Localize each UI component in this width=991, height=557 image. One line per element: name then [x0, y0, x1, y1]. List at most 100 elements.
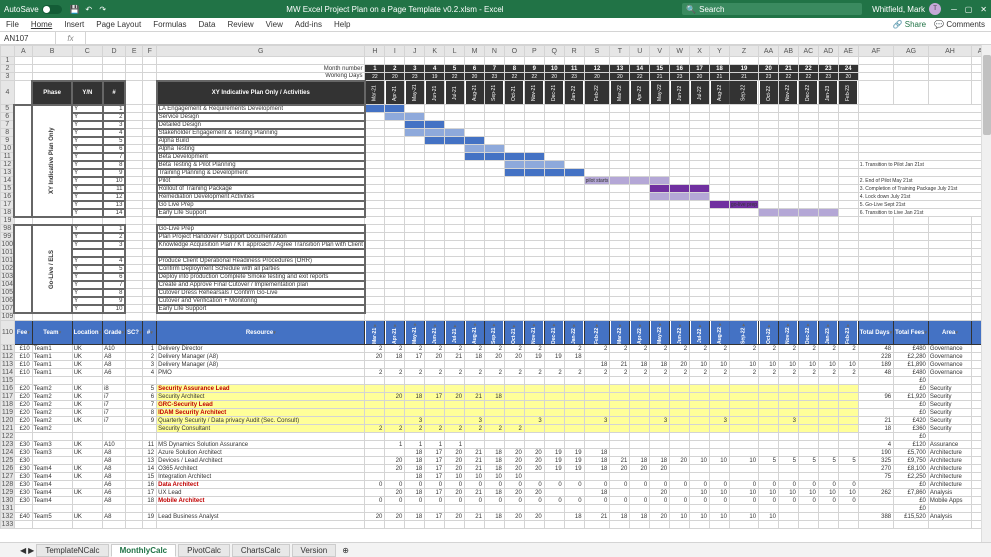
col-header[interactable]: T	[610, 46, 630, 57]
sheet-tab-monthly[interactable]: MonthlyCalc	[111, 544, 177, 557]
minimize-icon[interactable]: ─	[951, 5, 957, 14]
row-header[interactable]: 120	[1, 417, 15, 425]
tab-view[interactable]: View	[266, 20, 283, 29]
redo-icon[interactable]: ↷	[98, 4, 108, 14]
row-header[interactable]: 109	[1, 313, 15, 321]
col-header[interactable]: AC	[798, 46, 818, 57]
row-header[interactable]: 13	[1, 169, 15, 177]
row-header[interactable]: 125	[1, 457, 15, 465]
sheet-nav-prev-icon[interactable]: ◀	[20, 546, 26, 555]
row-header[interactable]: 8	[1, 129, 15, 137]
col-header[interactable]: B	[32, 46, 72, 57]
col-header[interactable]: W	[670, 46, 690, 57]
col-header[interactable]: AD	[818, 46, 838, 57]
row-header[interactable]: 99	[1, 233, 15, 241]
row-header[interactable]: 106	[1, 297, 15, 305]
user-area[interactable]: Whitfield, Mark T	[872, 3, 941, 15]
row-header[interactable]: 100	[1, 241, 15, 249]
tab-addins[interactable]: Add-ins	[295, 20, 322, 29]
tab-review[interactable]: Review	[227, 20, 253, 29]
col-header[interactable]: Q	[544, 46, 564, 57]
row-header[interactable]: 10	[1, 145, 15, 153]
col-header[interactable]: Y	[710, 46, 730, 57]
row-header[interactable]: 128	[1, 481, 15, 489]
toggle-icon[interactable]	[42, 5, 62, 14]
col-header[interactable]: F	[143, 46, 157, 57]
row-header[interactable]: 14	[1, 177, 15, 185]
row-header[interactable]: 124	[1, 449, 15, 457]
undo-icon[interactable]: ↶	[84, 4, 94, 14]
col-header[interactable]: U	[630, 46, 650, 57]
col-header[interactable]: AF	[858, 46, 893, 57]
row-header[interactable]: 9	[1, 137, 15, 145]
tab-home[interactable]: Home	[31, 20, 52, 29]
tab-page-layout[interactable]: Page Layout	[96, 20, 141, 29]
tab-help[interactable]: Help	[334, 20, 350, 29]
col-header[interactable]: O	[504, 46, 524, 57]
comments-button[interactable]: 💬 Comments	[934, 20, 985, 29]
col-header[interactable]: AA	[759, 46, 779, 57]
row-header[interactable]: 16	[1, 193, 15, 201]
autosave-toggle[interactable]: AutoSave	[4, 5, 62, 14]
close-icon[interactable]: ✕	[980, 5, 987, 14]
row-header[interactable]: 12	[1, 161, 15, 169]
col-header[interactable]: L	[445, 46, 465, 57]
sheet-tab-version[interactable]: Version	[292, 544, 337, 557]
col-header[interactable]: E	[125, 46, 143, 57]
scrollbar-thumb[interactable]	[983, 55, 991, 135]
row-header[interactable]: 11	[1, 153, 15, 161]
row-header[interactable]: 131	[1, 505, 15, 513]
fx-icon[interactable]: fx	[56, 32, 86, 44]
row-header[interactable]: 122	[1, 433, 15, 441]
tab-file[interactable]: File	[6, 20, 19, 29]
row-header[interactable]: 121	[1, 425, 15, 433]
col-header[interactable]: C	[72, 46, 103, 57]
col-header[interactable]: D	[103, 46, 126, 57]
row-header[interactable]: 18	[1, 209, 15, 217]
col-header[interactable]: A	[14, 46, 32, 57]
row-header[interactable]: 4	[1, 81, 15, 105]
row-header[interactable]: 2	[1, 65, 15, 73]
col-header[interactable]: AG	[894, 46, 929, 57]
col-header[interactable]: AB	[778, 46, 798, 57]
search-box[interactable]: 🔍 Search	[682, 3, 862, 15]
tab-formulas[interactable]: Formulas	[153, 20, 186, 29]
row-header[interactable]: 114	[1, 369, 15, 377]
row-header[interactable]: 129	[1, 489, 15, 497]
row-header[interactable]: 3	[1, 73, 15, 81]
row-header[interactable]: 105	[1, 289, 15, 297]
row-header[interactable]: 118	[1, 401, 15, 409]
new-sheet-icon[interactable]: ⊕	[342, 546, 349, 555]
row-header[interactable]: 113	[1, 361, 15, 369]
row-header[interactable]: 6	[1, 113, 15, 121]
row-header[interactable]: 19	[1, 217, 15, 225]
row-header[interactable]: 116	[1, 385, 15, 393]
row-header[interactable]: 15	[1, 185, 15, 193]
row-header[interactable]: 115	[1, 377, 15, 385]
col-header[interactable]: X	[690, 46, 710, 57]
col-header[interactable]: AE	[838, 46, 858, 57]
row-header[interactable]: 98	[1, 225, 15, 233]
col-header[interactable]: K	[425, 46, 445, 57]
row-header[interactable]: 1	[1, 57, 15, 65]
sheet-tab-pivot[interactable]: PivotCalc	[178, 544, 230, 557]
row-header[interactable]: 17	[1, 201, 15, 209]
sheet-tab-charts[interactable]: ChartsCalc	[232, 544, 290, 557]
row-header[interactable]: 103	[1, 273, 15, 281]
spreadsheet-grid[interactable]: ABCDEFGHIJKLMNOPQRSTUVWXYZAAABACADAEAFAG…	[0, 45, 991, 542]
row-header[interactable]: 127	[1, 473, 15, 481]
row-header[interactable]: 119	[1, 409, 15, 417]
row-header[interactable]: 7	[1, 121, 15, 129]
row-header[interactable]: 104	[1, 281, 15, 289]
sheet-tab-template[interactable]: TemplateNCalc	[36, 544, 108, 557]
row-header[interactable]: 107	[1, 305, 15, 313]
row-header[interactable]: 126	[1, 465, 15, 473]
tab-insert[interactable]: Insert	[64, 20, 84, 29]
share-button[interactable]: 🔗 Share	[893, 20, 927, 29]
col-header[interactable]: G	[157, 46, 365, 57]
row-header[interactable]: 111	[1, 345, 15, 353]
row-header[interactable]: 133	[1, 521, 15, 529]
row-header[interactable]: 110	[1, 321, 15, 345]
save-icon[interactable]: 💾	[70, 4, 80, 14]
name-box[interactable]: AN107	[0, 32, 56, 44]
